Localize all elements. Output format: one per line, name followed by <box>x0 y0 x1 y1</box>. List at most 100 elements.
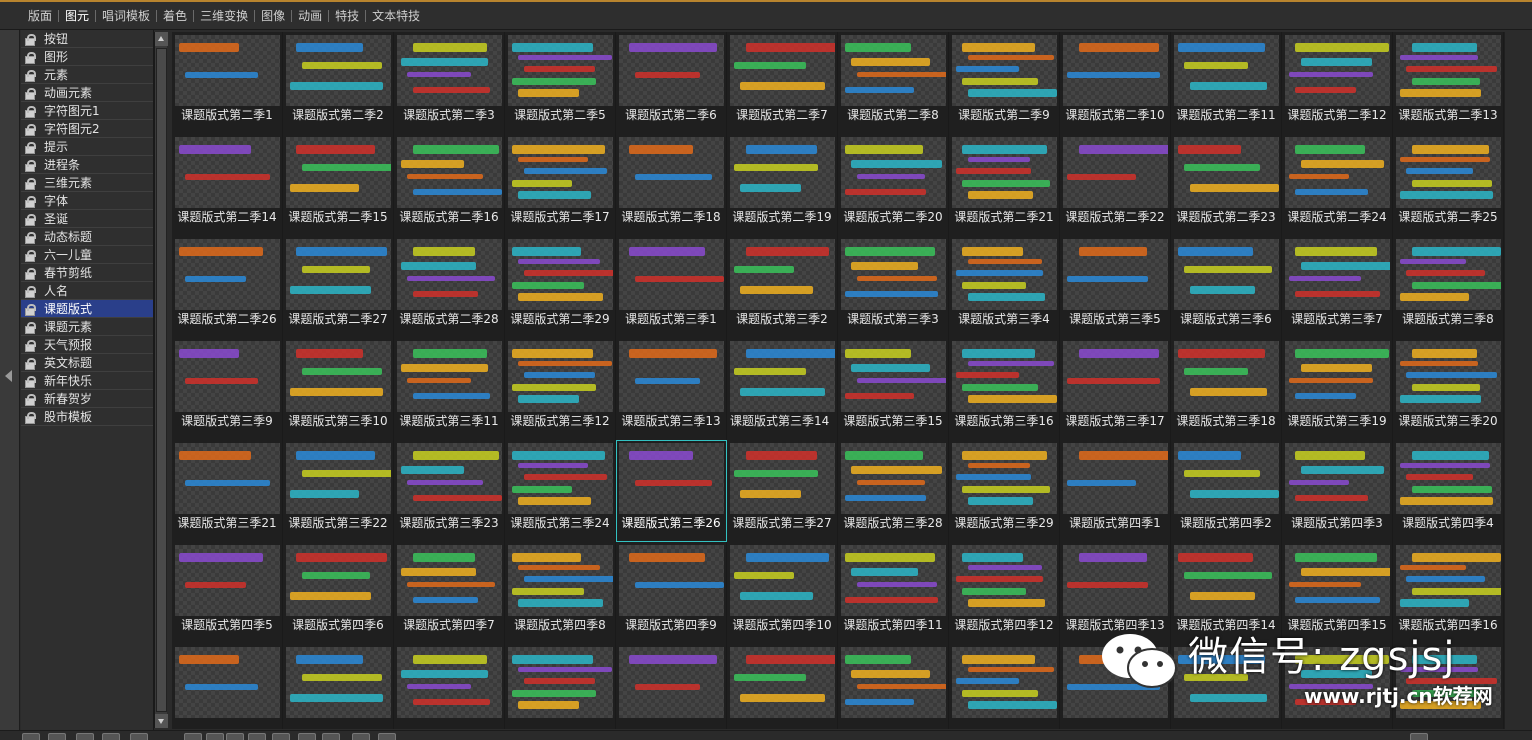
template-thumbnail[interactable]: 课题版式第三季17 <box>1060 338 1171 440</box>
template-thumbnail[interactable]: 课题版式第二季17 <box>505 134 616 236</box>
toolbar-button[interactable] <box>226 733 244 740</box>
template-thumbnail[interactable] <box>949 644 1060 729</box>
template-thumbnail[interactable]: 课题版式第三季28 <box>838 440 949 542</box>
template-thumbnail[interactable]: 课题版式第二季27 <box>283 236 394 338</box>
template-thumbnail[interactable]: 课题版式第三季23 <box>394 440 505 542</box>
sidebar-item-1[interactable]: 图形 <box>21 48 153 66</box>
template-thumbnail[interactable] <box>505 644 616 729</box>
template-thumbnail[interactable]: 课题版式第二季24 <box>1282 134 1393 236</box>
template-thumbnail[interactable]: 课题版式第三季4 <box>949 236 1060 338</box>
scroll-up-arrow-icon[interactable] <box>155 32 168 46</box>
toolbar-button[interactable] <box>1410 733 1428 740</box>
template-thumbnail[interactable]: 课题版式第二季28 <box>394 236 505 338</box>
template-thumbnail[interactable]: 课题版式第三季12 <box>505 338 616 440</box>
sidebar-item-13[interactable]: 春节剪纸 <box>21 264 153 282</box>
sidebar-item-16[interactable]: 课题元素 <box>21 318 153 336</box>
template-thumbnail[interactable]: 课题版式第二季13 <box>1393 32 1504 134</box>
template-thumbnail[interactable]: 课题版式第二季23 <box>1171 134 1282 236</box>
template-thumbnail[interactable] <box>616 644 727 729</box>
template-thumbnail[interactable] <box>283 644 394 729</box>
tab-3[interactable]: 着色 <box>157 7 193 24</box>
tab-8[interactable]: 文本特技 <box>366 7 426 24</box>
toolbar-button[interactable] <box>48 733 66 740</box>
tab-0[interactable]: 版面 <box>22 7 58 24</box>
toolbar-button[interactable] <box>352 733 370 740</box>
sidebar-item-7[interactable]: 进程条 <box>21 156 153 174</box>
template-thumbnail[interactable]: 课题版式第二季6 <box>616 32 727 134</box>
scroll-down-arrow-icon[interactable] <box>155 714 168 728</box>
template-thumbnail[interactable]: 课题版式第三季27 <box>727 440 838 542</box>
template-thumbnail[interactable]: 课题版式第三季7 <box>1282 236 1393 338</box>
sidebar-item-15[interactable]: 课题版式 <box>21 300 153 318</box>
tab-1[interactable]: 图元 <box>59 7 95 24</box>
toolbar-button[interactable] <box>130 733 148 740</box>
template-thumbnail[interactable]: 课题版式第二季21 <box>949 134 1060 236</box>
template-thumbnail[interactable]: 课题版式第三季13 <box>616 338 727 440</box>
sidebar-item-20[interactable]: 新春贺岁 <box>21 390 153 408</box>
template-thumbnail[interactable]: 课题版式第三季2 <box>727 236 838 338</box>
tab-7[interactable]: 特技 <box>329 7 365 24</box>
template-thumbnail[interactable]: 课题版式第四季10 <box>727 542 838 644</box>
template-thumbnail[interactable]: 课题版式第三季16 <box>949 338 1060 440</box>
template-thumbnail[interactable]: 课题版式第四季11 <box>838 542 949 644</box>
template-thumbnail[interactable] <box>172 644 283 729</box>
template-thumbnail[interactable]: 课题版式第三季1 <box>616 236 727 338</box>
template-thumbnail[interactable]: 课题版式第三季26 <box>616 440 727 542</box>
sidebar-item-8[interactable]: 三维元素 <box>21 174 153 192</box>
toolbar-button[interactable] <box>272 733 290 740</box>
template-thumbnail[interactable]: 课题版式第三季22 <box>283 440 394 542</box>
collapse-arrow-icon[interactable] <box>5 370 12 382</box>
sidebar-item-6[interactable]: 提示 <box>21 138 153 156</box>
template-thumbnail[interactable]: 课题版式第四季4 <box>1393 440 1504 542</box>
template-thumbnail[interactable]: 课题版式第三季21 <box>172 440 283 542</box>
template-thumbnail[interactable]: 课题版式第二季7 <box>727 32 838 134</box>
template-thumbnail[interactable]: 课题版式第二季14 <box>172 134 283 236</box>
sidebar-item-21[interactable]: 股市模板 <box>21 408 153 426</box>
template-thumbnail[interactable]: 课题版式第二季19 <box>727 134 838 236</box>
template-thumbnail[interactable]: 课题版式第二季26 <box>172 236 283 338</box>
sidebar-item-12[interactable]: 六一儿童 <box>21 246 153 264</box>
template-thumbnail[interactable] <box>838 644 949 729</box>
toolbar-button[interactable] <box>322 733 340 740</box>
template-thumbnail[interactable]: 课题版式第三季29 <box>949 440 1060 542</box>
template-thumbnail[interactable]: 课题版式第四季12 <box>949 542 1060 644</box>
sidebar-item-4[interactable]: 字符图元1 <box>21 102 153 120</box>
template-thumbnail[interactable]: 课题版式第三季11 <box>394 338 505 440</box>
toolbar-button[interactable] <box>378 733 396 740</box>
sidebar-item-5[interactable]: 字符图元2 <box>21 120 153 138</box>
toolbar-button[interactable] <box>184 733 202 740</box>
template-thumbnail[interactable]: 课题版式第三季10 <box>283 338 394 440</box>
template-thumbnail[interactable]: 课题版式第三季5 <box>1060 236 1171 338</box>
toolbar-button[interactable] <box>22 733 40 740</box>
sidebar-item-17[interactable]: 天气预报 <box>21 336 153 354</box>
template-thumbnail[interactable] <box>727 644 838 729</box>
template-thumbnail[interactable]: 课题版式第三季19 <box>1282 338 1393 440</box>
template-thumbnail[interactable]: 课题版式第三季9 <box>172 338 283 440</box>
sidebar-item-11[interactable]: 动态标题 <box>21 228 153 246</box>
template-thumbnail[interactable]: 课题版式第四季1 <box>1060 440 1171 542</box>
template-thumbnail[interactable]: 课题版式第四季6 <box>283 542 394 644</box>
template-thumbnail[interactable]: 课题版式第三季8 <box>1393 236 1504 338</box>
template-thumbnail[interactable]: 课题版式第三季6 <box>1171 236 1282 338</box>
toolbar-button[interactable] <box>248 733 266 740</box>
template-thumbnail[interactable]: 课题版式第二季1 <box>172 32 283 134</box>
sidebar-scrollbar[interactable] <box>154 32 168 728</box>
template-thumbnail[interactable]: 课题版式第四季5 <box>172 542 283 644</box>
template-thumbnail[interactable] <box>394 644 505 729</box>
template-thumbnail[interactable]: 课题版式第二季5 <box>505 32 616 134</box>
toolbar-button[interactable] <box>298 733 316 740</box>
template-thumbnail[interactable]: 课题版式第二季29 <box>505 236 616 338</box>
template-thumbnail[interactable]: 课题版式第三季14（稍微有些 <box>727 338 838 440</box>
template-thumbnail[interactable]: 课题版式第二季3 <box>394 32 505 134</box>
template-thumbnail[interactable]: 课题版式第四季7 <box>394 542 505 644</box>
sidebar-item-14[interactable]: 人名 <box>21 282 153 300</box>
template-thumbnail[interactable]: 课题版式第二季2 <box>283 32 394 134</box>
template-thumbnail[interactable]: 课题版式第二季22 <box>1060 134 1171 236</box>
tab-5[interactable]: 图像 <box>255 7 291 24</box>
template-thumbnail[interactable]: 课题版式第二季8 <box>838 32 949 134</box>
template-thumbnail[interactable]: 课题版式第四季2 <box>1171 440 1282 542</box>
toolbar-button[interactable] <box>102 733 120 740</box>
toolbar-button[interactable] <box>76 733 94 740</box>
template-thumbnail[interactable]: 课题版式第四季3 <box>1282 440 1393 542</box>
template-thumbnail[interactable]: 课题版式第二季15 <box>283 134 394 236</box>
